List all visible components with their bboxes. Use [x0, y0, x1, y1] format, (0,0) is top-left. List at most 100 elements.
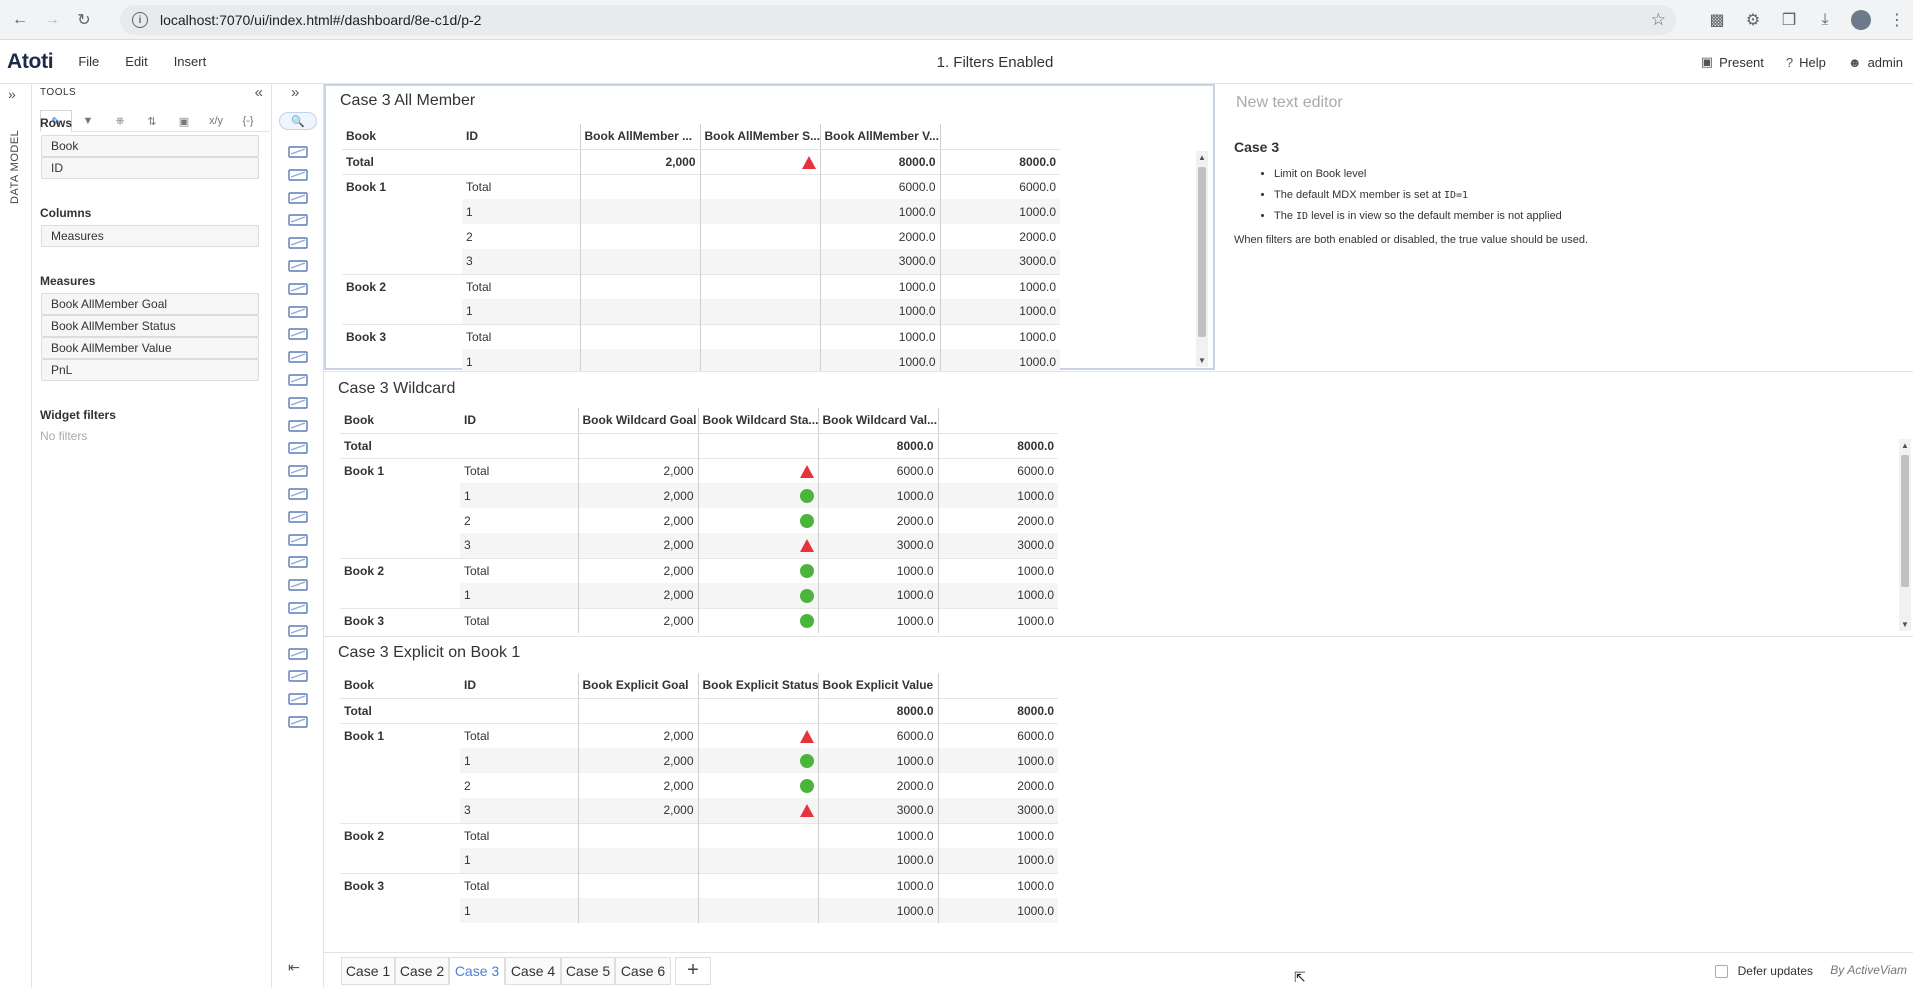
- id-cell[interactable]: [462, 149, 580, 174]
- status-cell[interactable]: [697, 583, 818, 608]
- widget-case3-explicit[interactable]: Case 3 Explicit on Book 1 Book ID Book Exp…: [324, 637, 1913, 952]
- download-icon[interactable]: ⤓: [1809, 4, 1841, 36]
- value-cell[interactable]: 8000.0: [937, 698, 1058, 723]
- quick-filter-icon[interactable]: [286, 691, 310, 707]
- goal-cell[interactable]: [577, 433, 698, 458]
- scroll-thumb[interactable]: [1198, 167, 1206, 337]
- goal-cell[interactable]: 2,000: [577, 798, 698, 823]
- status-cell[interactable]: [697, 798, 818, 823]
- text-editor-body[interactable]: Case 3 Limit on Book level The default M…: [1234, 137, 1588, 251]
- id-cell[interactable]: Total: [460, 457, 578, 483]
- column-chart-icon[interactable]: [286, 326, 310, 342]
- value-cell[interactable]: 6000.0: [937, 457, 1058, 483]
- book-cell[interactable]: Total: [340, 698, 460, 723]
- goal-cell[interactable]: 2,000: [577, 533, 698, 558]
- id-cell[interactable]: [460, 433, 578, 458]
- id-cell[interactable]: 1: [460, 848, 578, 873]
- id-cell[interactable]: 3: [460, 798, 578, 823]
- vertical-scrollbar[interactable]: ▲ ▼: [1899, 439, 1911, 631]
- value-cell[interactable]: 6000.0: [937, 722, 1058, 748]
- value-cell[interactable]: 2000.0: [937, 508, 1058, 533]
- book-cell[interactable]: Book 1: [340, 457, 460, 483]
- id-cell[interactable]: 1: [460, 483, 578, 508]
- id-cell[interactable]: 1: [460, 898, 578, 923]
- value-cell[interactable]: 1000.0: [937, 483, 1058, 508]
- column-header[interactable]: [937, 673, 1058, 699]
- line-chart-icon[interactable]: [286, 235, 310, 251]
- value-cell[interactable]: 6000.0: [819, 173, 940, 199]
- goal-cell[interactable]: 2,000: [577, 722, 698, 748]
- book-cell[interactable]: [340, 898, 460, 923]
- expand-data-model-icon[interactable]: »: [8, 86, 16, 102]
- value-cell[interactable]: 1000.0: [937, 557, 1058, 583]
- stacked-area-icon[interactable]: [286, 281, 310, 297]
- goal-cell[interactable]: 2,000: [577, 607, 698, 633]
- value-cell[interactable]: 1000.0: [817, 607, 938, 633]
- book-cell[interactable]: [340, 483, 460, 508]
- column-header[interactable]: Book: [340, 673, 460, 699]
- goal-cell[interactable]: [579, 199, 700, 224]
- goal-cell[interactable]: [579, 323, 700, 349]
- status-cell[interactable]: [699, 323, 820, 349]
- status-cell[interactable]: [699, 173, 820, 199]
- id-cell[interactable]: Total: [460, 607, 578, 633]
- goal-cell[interactable]: 2,000: [577, 583, 698, 608]
- column-header[interactable]: ID: [460, 673, 578, 699]
- bookmark-star-icon[interactable]: ☆: [1651, 10, 1666, 30]
- book-cell[interactable]: Book 2: [340, 822, 460, 848]
- value-cell[interactable]: 1000.0: [817, 583, 938, 608]
- value-cell[interactable]: 3000.0: [939, 249, 1060, 274]
- area-chart-icon[interactable]: [286, 258, 310, 274]
- column-header[interactable]: ID: [460, 408, 578, 434]
- column-header[interactable]: Book Explicit Goal: [577, 673, 698, 699]
- id-cell[interactable]: 2: [460, 508, 578, 533]
- book-cell[interactable]: Book 3: [342, 323, 462, 349]
- column-header[interactable]: Book AllMember S...: [699, 124, 820, 150]
- value-cell[interactable]: 8000.0: [939, 149, 1060, 174]
- expand-widgets-icon[interactable]: »: [291, 84, 299, 101]
- value-cell[interactable]: 1000.0: [937, 583, 1058, 608]
- goal-cell[interactable]: [579, 173, 700, 199]
- id-cell[interactable]: 3: [462, 249, 580, 274]
- column-header[interactable]: ID: [462, 124, 580, 150]
- profile-avatar[interactable]: [1845, 4, 1877, 36]
- column-header[interactable]: Book AllMember V...: [819, 124, 940, 150]
- filter-widget-icon[interactable]: [286, 668, 310, 684]
- table-widget-icon[interactable]: [286, 144, 310, 160]
- book-cell[interactable]: [342, 299, 462, 324]
- combo-chart-icon[interactable]: [286, 395, 310, 411]
- status-cell[interactable]: [697, 457, 818, 483]
- text-editor-title[interactable]: New text editor: [1236, 94, 1343, 112]
- goal-cell[interactable]: [579, 224, 700, 249]
- status-cell[interactable]: [699, 299, 820, 324]
- value-cell[interactable]: 1000.0: [817, 557, 938, 583]
- goal-cell[interactable]: 2,000: [577, 457, 698, 483]
- value-cell[interactable]: 2000.0: [817, 773, 938, 798]
- widget-case3-wildcard[interactable]: Case 3 Wildcard Book ID Book Wildcard Goal…: [324, 372, 1913, 636]
- data-model-tab[interactable]: DATA MODEL: [9, 124, 21, 204]
- percent-area-icon[interactable]: [286, 304, 310, 320]
- bullet-chart-icon[interactable]: [286, 600, 310, 616]
- goal-cell[interactable]: 2,000: [577, 748, 698, 773]
- status-cell[interactable]: [697, 533, 818, 558]
- status-cell[interactable]: [697, 872, 818, 898]
- row-field-id[interactable]: ID: [41, 157, 259, 179]
- id-cell[interactable]: 1: [460, 748, 578, 773]
- id-cell[interactable]: Total: [462, 173, 580, 199]
- id-cell[interactable]: Total: [462, 273, 580, 299]
- book-cell[interactable]: Total: [342, 149, 462, 174]
- goal-cell[interactable]: [579, 249, 700, 274]
- book-cell[interactable]: [342, 199, 462, 224]
- status-cell[interactable]: [697, 822, 818, 848]
- pivot-table-icon[interactable]: [286, 167, 310, 183]
- book-cell[interactable]: Book 1: [340, 722, 460, 748]
- status-cell[interactable]: [697, 722, 818, 748]
- text-editor-icon[interactable]: [286, 714, 310, 730]
- measure-field-status[interactable]: Book AllMember Status: [41, 315, 259, 337]
- widget-case3-all-member[interactable]: Case 3 All Member Book ID Book AllMember .…: [324, 84, 1215, 374]
- goal-cell[interactable]: [577, 872, 698, 898]
- value-cell[interactable]: 1000.0: [937, 898, 1058, 923]
- page-tab-case-4[interactable]: Case 4: [505, 957, 561, 985]
- page-tab-case-6[interactable]: Case 6: [615, 957, 671, 985]
- value-cell[interactable]: 1000.0: [817, 748, 938, 773]
